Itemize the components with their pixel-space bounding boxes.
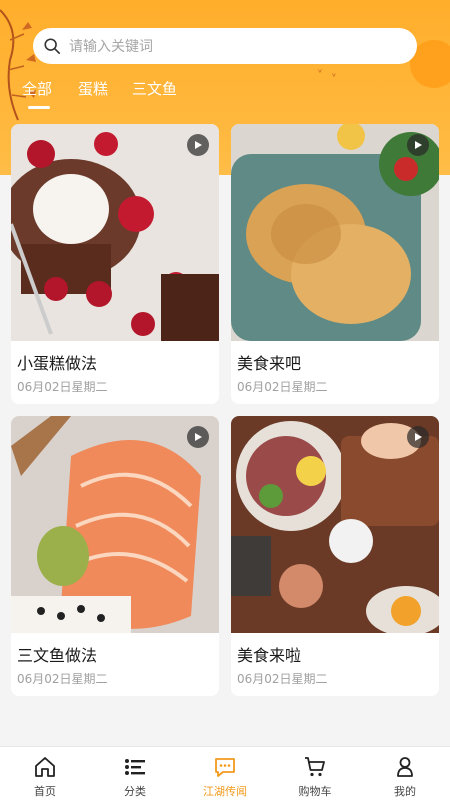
tab-all[interactable]: 全部	[22, 78, 52, 109]
card-date: 06月02日星期二	[237, 672, 328, 686]
card-date: 06月02日星期二	[237, 380, 328, 394]
card-date: 06月02日星期二	[17, 672, 108, 686]
tab-salmon[interactable]: 三文鱼	[132, 78, 177, 99]
nav-profile[interactable]: 我的	[360, 747, 450, 800]
video-card[interactable]: 小蛋糕做法 06月02日星期二	[11, 124, 219, 404]
home-icon	[35, 757, 55, 777]
nav-category[interactable]: 分类	[90, 747, 180, 800]
video-card[interactable]: 美食来啦 06月02日星期二	[231, 416, 439, 696]
play-button[interactable]	[407, 426, 429, 448]
play-icon	[415, 433, 422, 441]
nav-rumors-label: 江湖传闻	[203, 785, 247, 798]
nav-profile-label: 我的	[394, 785, 416, 798]
play-icon	[415, 141, 422, 149]
card-date: 06月02日星期二	[17, 380, 108, 394]
card-thumbnail-salmon	[11, 416, 219, 633]
video-card[interactable]: 三文鱼做法 06月02日星期二	[11, 416, 219, 696]
card-title: 小蛋糕做法	[17, 354, 98, 373]
cart-icon	[305, 757, 325, 777]
chat-icon	[215, 758, 235, 777]
card-title: 三文鱼做法	[17, 646, 98, 665]
tab-cake[interactable]: 蛋糕	[78, 78, 108, 99]
play-icon	[195, 141, 202, 149]
nav-rumors[interactable]: 江湖传闻	[180, 747, 270, 800]
card-thumbnail-cake	[11, 124, 219, 341]
play-button[interactable]	[187, 134, 209, 156]
card-title: 美食来吧	[237, 354, 302, 373]
play-button[interactable]	[407, 134, 429, 156]
nav-cart[interactable]: 购物车	[270, 747, 360, 800]
nav-home-label: 首页	[34, 785, 56, 798]
nav-category-label: 分类	[124, 785, 146, 798]
play-icon	[195, 433, 202, 441]
video-card[interactable]: 美食来吧 06月02日星期二	[231, 124, 439, 404]
bird-decoration: ᵛ	[318, 68, 323, 79]
bottom-navigation: 首页 分类 江湖传闻 购物车 我的	[0, 746, 450, 800]
bird-decoration: ᵛ	[332, 72, 337, 83]
nav-home[interactable]: 首页	[0, 747, 90, 800]
search-bar[interactable]: 请输入关键词	[33, 28, 417, 64]
user-icon	[397, 757, 413, 777]
search-placeholder: 请输入关键词	[69, 39, 153, 55]
nav-cart-label: 购物车	[298, 785, 332, 798]
card-thumbnail-dishes	[231, 416, 439, 633]
card-title: 美食来啦	[237, 646, 302, 665]
list-icon	[125, 759, 145, 775]
play-button[interactable]	[187, 426, 209, 448]
card-thumbnail-flatbread	[231, 124, 439, 341]
search-icon	[44, 38, 61, 55]
